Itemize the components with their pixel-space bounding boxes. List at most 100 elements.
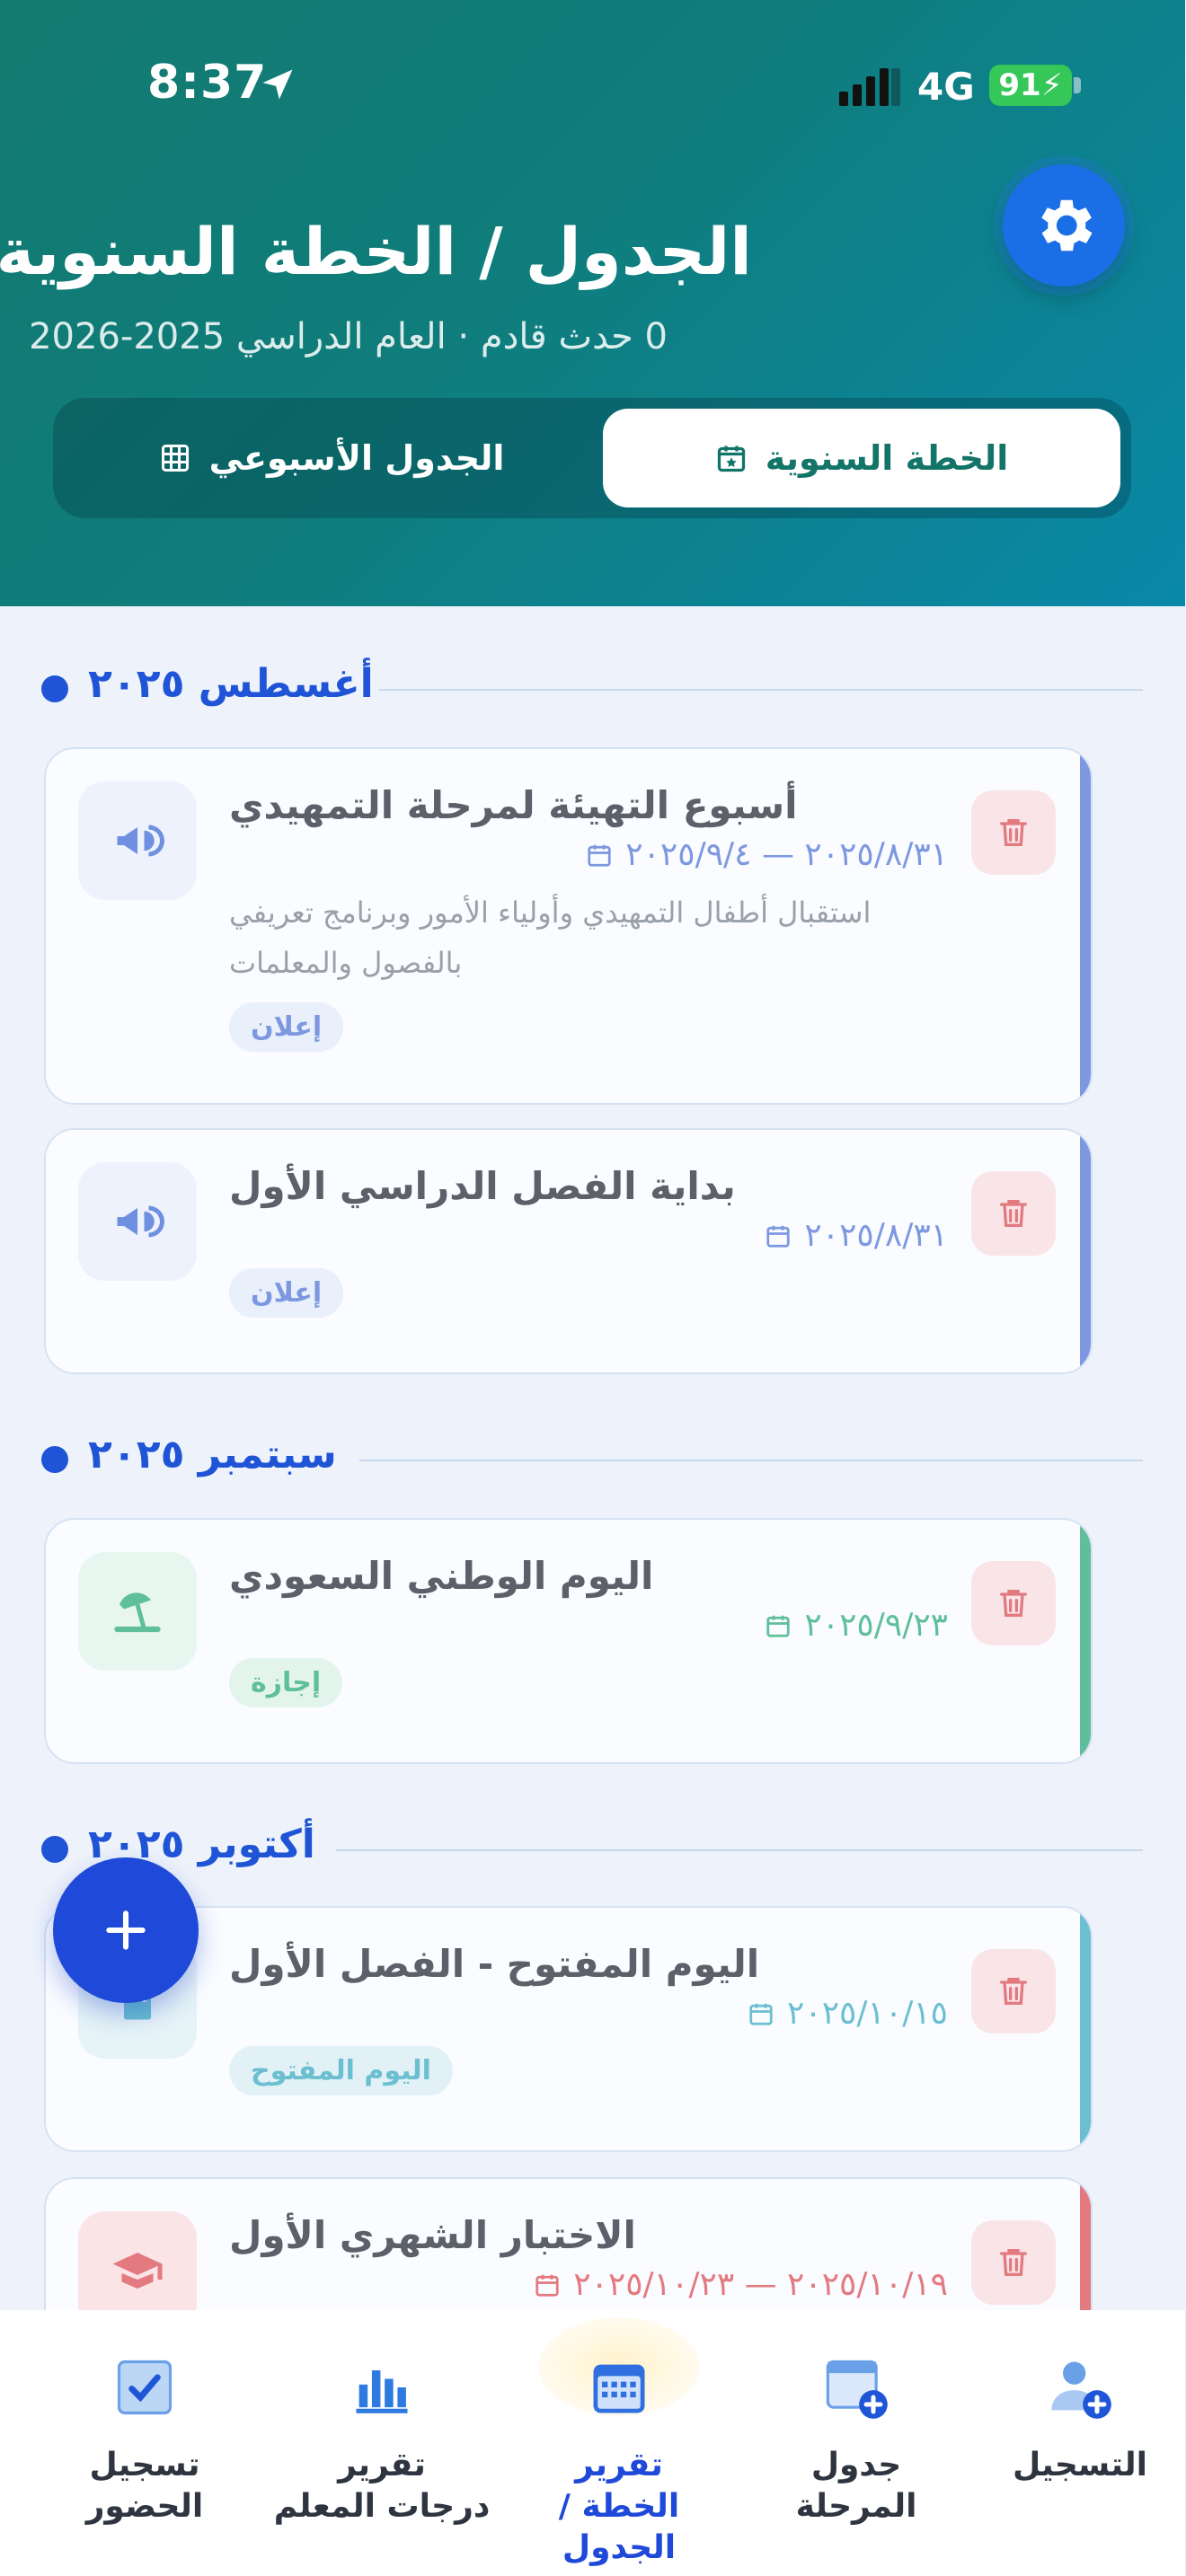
battery-tip — [1075, 77, 1082, 93]
tab-annual-plan[interactable]: الخطة السنوية — [604, 409, 1121, 507]
table-grid-icon — [162, 445, 190, 472]
event-title: أسبوع التهيئة لمرحلة التمهيدي — [230, 783, 799, 827]
plus-icon — [107, 1910, 146, 1950]
calendar-icon — [767, 1615, 792, 1637]
calendar-grid-icon — [594, 2364, 646, 2413]
month-header-august: أغسطس ٢٠٢٥ — [42, 661, 1144, 715]
event-body: اليوم المفتوح - الفصل الأول ٢٠٢٥/١٠/١٥ ا… — [230, 1942, 949, 2095]
event-icon-tile — [79, 1162, 198, 1281]
status-bar: 8:37 4G 91 ⚡ — [0, 0, 1186, 171]
nav-label: تسجيل الحضور — [86, 2447, 205, 2525]
trash-icon — [1001, 1978, 1028, 2005]
trash-icon — [1001, 2249, 1028, 2276]
megaphone-icon — [118, 1205, 165, 1238]
nav-registration[interactable]: التسجيل — [976, 2310, 1186, 2576]
event-title: بداية الفصل الدراسي الأول — [230, 1164, 737, 1208]
charging-bolt-icon: ⚡ — [1041, 67, 1064, 103]
event-date-text: ٢٠٢٥/١٠/١٩ — ٢٠٢٥/١٠/٢٣ — [574, 2266, 949, 2303]
nav-plan-schedule[interactable]: تقرير الخطة / الجدول — [501, 2310, 739, 2576]
calendar-star-icon — [718, 446, 746, 472]
event-body: الاختبار الشهري الأول ٢٠٢٥/١٠/١٩ — ٢٠٢٥/… — [230, 2213, 949, 2303]
nav-teacher-grades[interactable]: تقرير درجات المعلم — [264, 2310, 501, 2576]
event-date: ٢٠٢٥/٩/٢٣ — [230, 1607, 949, 1644]
event-date: ٢٠٢٥/١٠/١٥ — [230, 1995, 949, 2032]
add-event-button[interactable] — [54, 1857, 199, 2003]
delete-button[interactable] — [972, 1171, 1057, 1256]
event-date-text: ٢٠٢٥/٩/٢٣ — [805, 1607, 949, 1644]
trash-icon — [1001, 819, 1028, 846]
tab-weekly-schedule[interactable]: الجدول الأسبوعي — [65, 409, 600, 507]
calendar-icon — [589, 844, 612, 867]
month-label: أغسطس ٢٠٢٥ — [89, 661, 375, 707]
user-add-icon — [1052, 2361, 1112, 2419]
month-dot — [42, 1446, 69, 1473]
page-title: الجدول / الخطة السنوية — [0, 214, 753, 289]
month-divider — [360, 1460, 1144, 1461]
checkbox-icon — [118, 2360, 173, 2415]
event-accent-bar — [1081, 1130, 1092, 1372]
event-title: اليوم المفتوح - الفصل الأول — [230, 1942, 761, 1986]
event-tag: اليوم المفتوح — [230, 2046, 454, 2095]
event-body: بداية الفصل الدراسي الأول ٢٠٢٥/٨/٣١ إعلا… — [230, 1164, 949, 1318]
event-card[interactable]: بداية الفصل الدراسي الأول ٢٠٢٥/٨/٣١ إعلا… — [45, 1128, 1093, 1374]
event-description: استقبال أطفال التمهيدي وأولياء الأمور وب… — [230, 895, 872, 980]
event-card[interactable]: اليوم المفتوح - الفصل الأول ٢٠٢٥/١٠/١٥ ا… — [45, 1906, 1093, 2152]
nav-label: جدول المرحلة — [796, 2447, 918, 2525]
bottom-nav: تسجيل الحضور تقرير درجات المعلم تقرير ال… — [0, 2310, 1186, 2576]
event-tag: إجازة — [230, 1658, 344, 1707]
delete-button[interactable] — [972, 1561, 1057, 1645]
event-accent-bar — [1081, 1520, 1092, 1762]
event-accent-bar — [1081, 749, 1092, 1103]
megaphone-icon — [118, 825, 165, 857]
tab-weekly-schedule-label: الجدول الأسبوعي — [209, 438, 506, 478]
event-icon-tile — [79, 781, 198, 900]
status-time: 8:37 — [148, 56, 269, 110]
event-icon-tile — [79, 1552, 198, 1671]
nav-stage-schedule[interactable]: جدول المرحلة — [739, 2310, 976, 2576]
event-body: اليوم الوطني السعودي ٢٠٢٥/٩/٢٣ إجازة — [230, 1554, 949, 1707]
month-dot — [42, 675, 69, 702]
event-card[interactable]: أسبوع التهيئة لمرحلة التمهيدي ٢٠٢٥/٨/٣١ … — [45, 747, 1093, 1105]
nav-label: تقرير الخطة / الجدول — [559, 2447, 681, 2566]
beach-umbrella-icon — [115, 1592, 162, 1633]
tab-annual-plan-label: الخطة السنوية — [766, 438, 1010, 478]
event-date: ٢٠٢٥/١٠/١٩ — ٢٠٢٥/١٠/٢٣ — [230, 2266, 949, 2303]
settings-button[interactable] — [1004, 164, 1126, 287]
event-card[interactable]: اليوم الوطني السعودي ٢٠٢٥/٩/٢٣ إجازة — [45, 1518, 1093, 1764]
month-dot — [42, 1836, 69, 1863]
header: 8:37 4G 91 ⚡ الجدول / الخطة السنوية 0 حدث… — [0, 0, 1186, 606]
event-date-text: ٢٠٢٥/٨/٣١ — ٢٠٢٥/٩/٤ — [626, 836, 949, 873]
nav-label: التسجيل — [1013, 2447, 1148, 2483]
calendar-icon — [750, 2003, 774, 2025]
trash-icon — [1001, 1590, 1028, 1617]
event-date: ٢٠٢٥/٨/٣١ — ٢٠٢٥/٩/٤ — [230, 836, 949, 873]
month-header-october: أكتوبر ٢٠٢٥ — [42, 1822, 1144, 1875]
location-arrow-icon — [263, 69, 294, 100]
event-title: الاختبار الشهري الأول — [230, 2213, 637, 2257]
calendar-add-icon — [827, 2360, 889, 2419]
event-date-text: ٢٠٢٥/٨/٣١ — [805, 1217, 949, 1254]
cellular-signal-icon — [840, 68, 901, 106]
nav-label: تقرير درجات المعلم — [274, 2447, 491, 2525]
bar-chart-icon — [357, 2370, 409, 2413]
delete-button[interactable] — [972, 1949, 1057, 2033]
month-header-september: سبتمبر ٢٠٢٥ — [42, 1432, 1144, 1486]
gear-icon — [1042, 199, 1093, 251]
event-tag: إعلان — [230, 1268, 345, 1318]
nav-attendance[interactable]: تسجيل الحضور — [27, 2310, 264, 2576]
calendar-icon — [767, 1225, 792, 1248]
event-tag: إعلان — [230, 1002, 345, 1052]
battery-level: 91 — [999, 67, 1042, 103]
month-label: سبتمبر ٢٠٢٥ — [89, 1432, 338, 1478]
delete-button[interactable] — [972, 790, 1057, 875]
graduation-cap-icon — [113, 2253, 164, 2289]
event-title: اليوم الوطني السعودي — [230, 1554, 655, 1598]
month-divider — [380, 689, 1144, 691]
delete-button[interactable] — [972, 2220, 1057, 2305]
event-date-text: ٢٠٢٥/١٠/١٥ — [788, 1995, 949, 2032]
page-subtitle: 0 حدث قادم · العام الدراسي 2025-2026 — [30, 316, 668, 357]
event-date: ٢٠٢٥/٨/٣١ — [230, 1217, 949, 1254]
calendar-icon — [536, 2274, 560, 2297]
event-body: أسبوع التهيئة لمرحلة التمهيدي ٢٠٢٥/٨/٣١ … — [230, 783, 949, 1052]
view-toggle: الخطة السنوية الجدول الأسبوعي — [54, 398, 1132, 518]
